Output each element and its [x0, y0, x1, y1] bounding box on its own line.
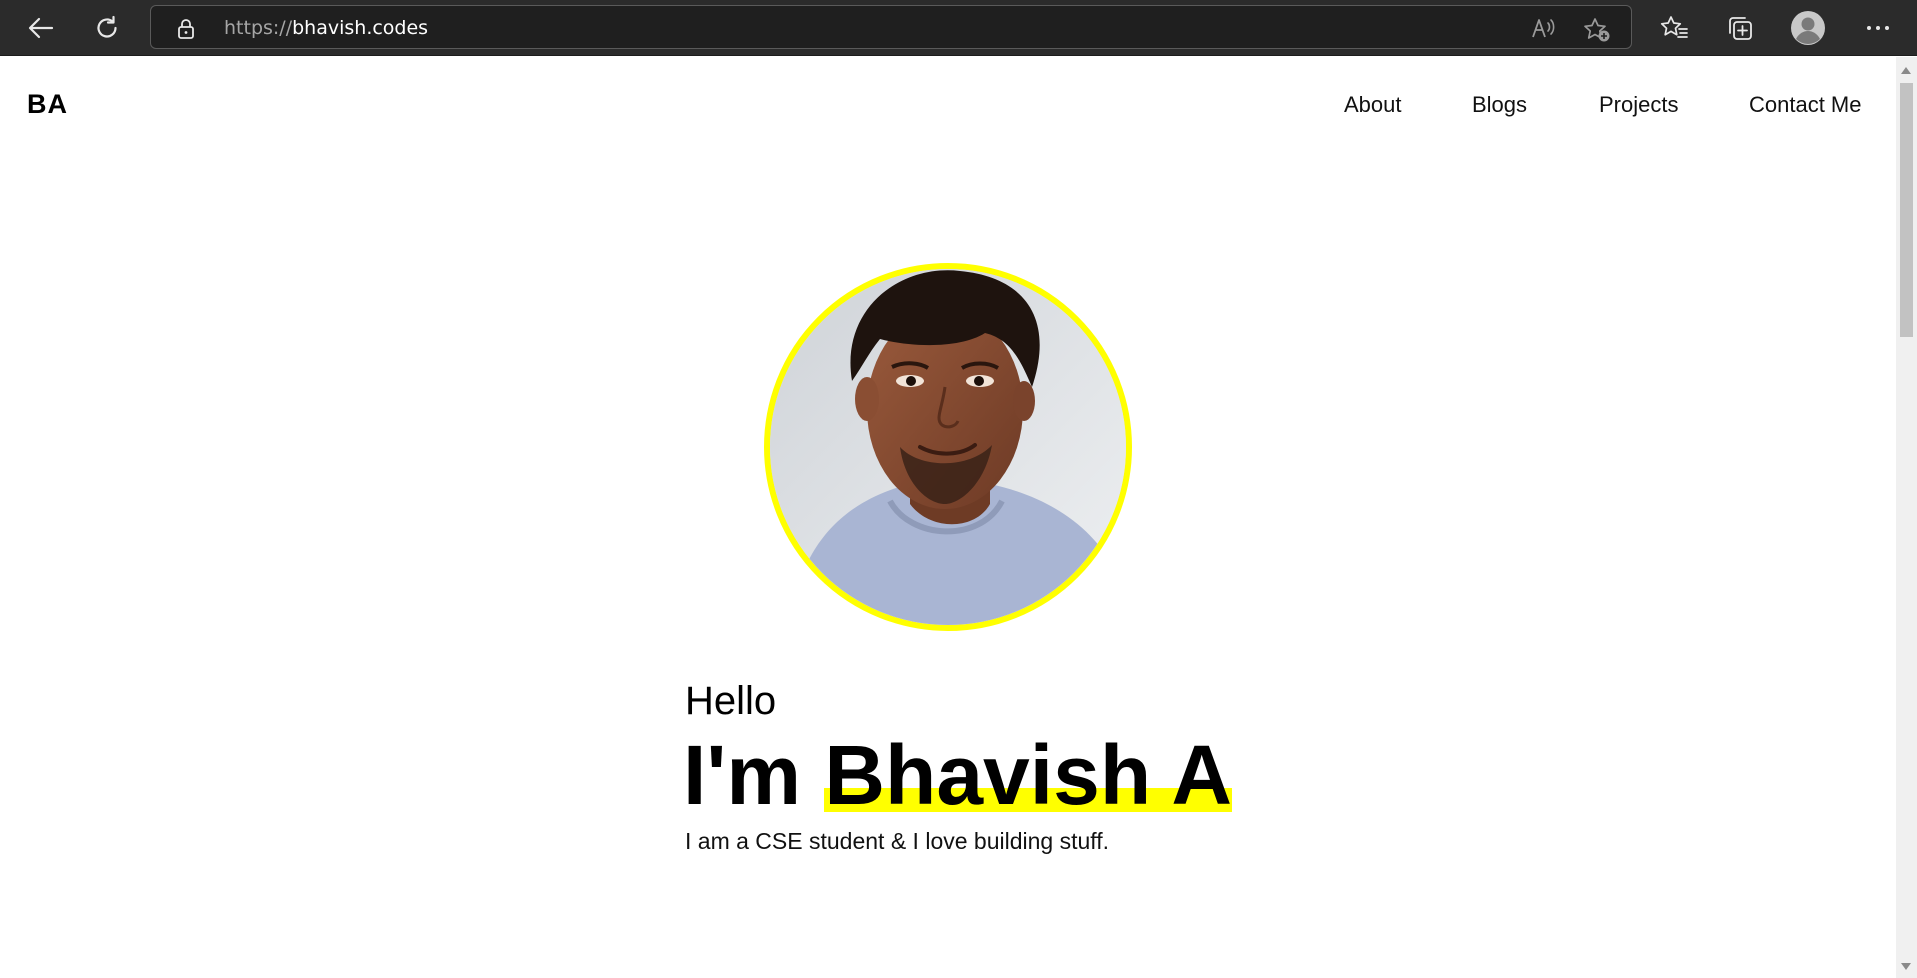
refresh-button[interactable]: [87, 8, 127, 48]
url-host: bhavish.codes: [292, 17, 429, 39]
profile-button[interactable]: [1788, 8, 1828, 48]
collections-button[interactable]: [1720, 8, 1760, 48]
page-scrollbar[interactable]: [1896, 57, 1917, 978]
refresh-icon: [97, 15, 117, 38]
scroll-down-arrow[interactable]: [1901, 963, 1911, 970]
nav-link-projects[interactable]: Projects: [1599, 92, 1678, 118]
hero-name: Bhavish A: [824, 728, 1233, 822]
nav-link-contact[interactable]: Contact Me: [1749, 92, 1862, 118]
web-page: BA About Blogs Projects Contact Me Hello…: [0, 57, 1896, 978]
url-protocol: https://: [224, 17, 293, 39]
scrollbar-thumb[interactable]: [1900, 83, 1913, 337]
back-button[interactable]: [21, 8, 61, 48]
profile-photo: [770, 269, 1126, 625]
hero-name-highlight: Bhavish A: [824, 725, 1232, 826]
hero-intro-prefix: I'm: [683, 728, 802, 822]
profile-avatar: [764, 263, 1132, 631]
favorites-button[interactable]: [1654, 8, 1694, 48]
browser-toolbar: https://bhavish.codes: [0, 0, 1917, 56]
scroll-up-arrow[interactable]: [1901, 67, 1911, 74]
site-nav: About Blogs Projects Contact Me: [0, 92, 1896, 122]
address-bar[interactable]: https://bhavish.codes: [150, 5, 1632, 49]
profile-icon: [1791, 11, 1825, 45]
more-button[interactable]: [1858, 8, 1898, 48]
url-text: https://bhavish.codes: [224, 17, 428, 39]
hero-tagline: I am a CSE student & I love building stu…: [685, 828, 1110, 854]
read-aloud-icon[interactable]: [1531, 17, 1557, 39]
add-favorite-icon[interactable]: [1583, 17, 1611, 43]
nav-link-about[interactable]: About: [1344, 92, 1402, 118]
more-icon: [1867, 26, 1889, 30]
hero-greeting: Hello: [685, 679, 777, 723]
lock-icon: [178, 19, 194, 39]
favorites-icon: [1660, 16, 1688, 38]
nav-link-blogs[interactable]: Blogs: [1472, 92, 1527, 118]
hero-title: I'm Bhavish A: [683, 725, 1232, 826]
collections-icon: [1729, 17, 1752, 40]
back-icon: [28, 17, 54, 39]
